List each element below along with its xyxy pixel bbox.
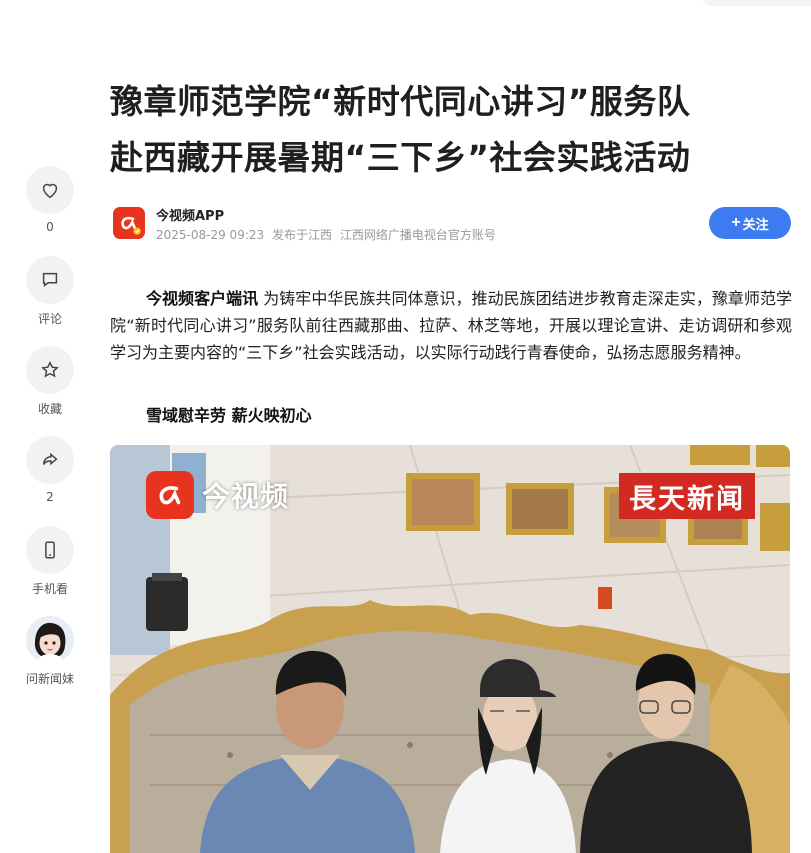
- article-title-line-2: 赴西藏开展暑期“三下乡”社会实践活动: [110, 138, 691, 177]
- article-title-line-1: 豫章师范学院“新时代同心讲习”服务队: [110, 82, 691, 121]
- account-description: 江西网络广播电视台官方账号: [339, 228, 496, 242]
- publish-time: 2025-08-29 09:23: [156, 228, 265, 242]
- like-action[interactable]: 0: [25, 166, 75, 234]
- heart-icon: [42, 183, 58, 199]
- mobile-view-action[interactable]: 手机看: [25, 526, 75, 597]
- top-search-pill[interactable]: [702, 0, 811, 6]
- author-meta: 2025-08-29 09:23 发布于江西 江西网络广播电视台官方账号: [156, 226, 500, 243]
- comment-icon: [42, 272, 58, 287]
- watermark-left-text: 今视频: [202, 480, 290, 513]
- collect-button[interactable]: [26, 346, 74, 394]
- photo-watermark-right: 長天新闻: [619, 473, 755, 519]
- article-title: 豫章师范学院“新时代同心讲习”服务队 赴西藏开展暑期“三下乡”社会实践活动: [110, 74, 790, 186]
- author-logo[interactable]: [113, 207, 145, 239]
- photo-watermark-left: 今视频: [146, 471, 289, 519]
- assistant-action[interactable]: 问新闻妹: [25, 616, 75, 687]
- follow-label: 关注: [742, 216, 769, 232]
- article-photo[interactable]: 今视频 長天新闻: [110, 445, 790, 853]
- comment-button[interactable]: [26, 256, 74, 304]
- mobile-view-label: 手机看: [31, 582, 68, 596]
- assistant-avatar-icon: [26, 616, 74, 664]
- comment-label: 评论: [37, 312, 62, 326]
- like-count: 0: [46, 220, 54, 234]
- watermark-logo-icon: [146, 471, 194, 519]
- follow-button[interactable]: + 关注: [709, 207, 791, 239]
- mobile-view-button[interactable]: [26, 526, 74, 574]
- section-subheading: 雪域慰辛劳 薪火映初心: [146, 406, 312, 425]
- assistant-avatar[interactable]: [26, 616, 74, 664]
- author-row: 今视频APP 2025-08-29 09:23 发布于江西 江西网络广播电视台官…: [113, 205, 791, 245]
- share-action[interactable]: 2: [25, 436, 75, 504]
- assistant-label: 问新闻妹: [25, 672, 74, 686]
- publish-location: 发布于江西: [271, 228, 332, 242]
- share-count: 2: [46, 490, 54, 504]
- share-icon: [42, 452, 58, 466]
- collect-label: 收藏: [37, 402, 62, 416]
- alpha-logo-icon: [121, 216, 141, 235]
- lead-paragraph: 今视频客户端讯 为铸牢中华民族共同体意识，推动民族团结进步教育走深走实，豫章师范…: [110, 285, 792, 366]
- collect-action[interactable]: 收藏: [25, 346, 75, 417]
- lead-source: 今视频客户端讯: [146, 289, 259, 308]
- like-button[interactable]: [26, 166, 74, 214]
- author-name[interactable]: 今视频APP: [156, 205, 224, 224]
- comment-action[interactable]: 评论: [25, 256, 75, 327]
- star-icon: [41, 360, 59, 378]
- plus-icon: +: [731, 214, 741, 231]
- share-button[interactable]: [26, 436, 74, 484]
- phone-icon: [45, 541, 55, 559]
